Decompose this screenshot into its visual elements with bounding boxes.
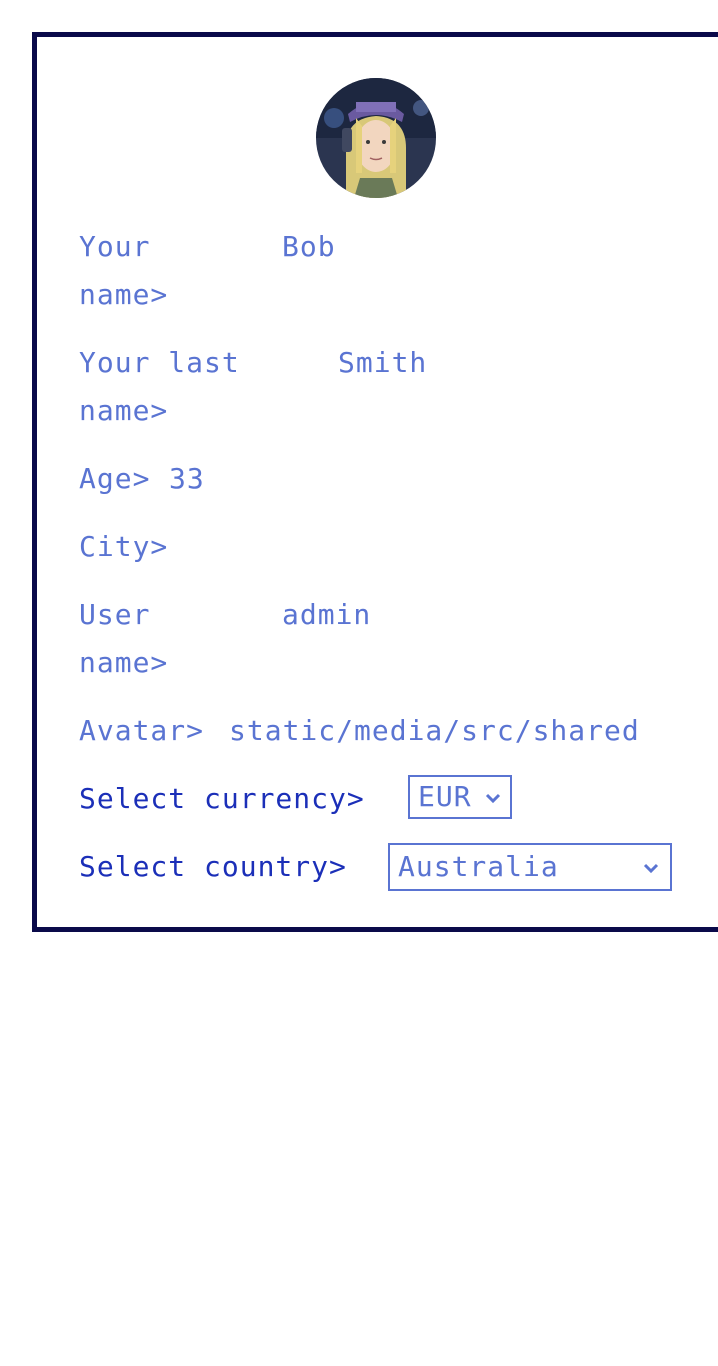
profile-card: Your name> Bob Your last name> Smith Age… (32, 32, 718, 932)
age-value: 33 (169, 462, 205, 495)
avatar-path-value: static/media/src/shared (229, 714, 640, 747)
field-avatar: Avatar> static/media/src/shared (79, 707, 671, 755)
age-label: Age> (79, 462, 151, 495)
field-city: City> (79, 523, 679, 571)
country-label: Select country> (79, 850, 347, 883)
field-first-name: Your name> Bob (79, 223, 679, 319)
currency-selected-value: EUR (418, 780, 472, 813)
field-country: Select country> Australia (79, 843, 679, 891)
country-selected-value: Australia (398, 850, 559, 883)
chevron-down-icon (485, 793, 501, 804)
avatar-image (316, 78, 436, 198)
last-name-label: Your last name> (79, 346, 240, 427)
city-label: City> (79, 530, 169, 563)
field-user-name: User name> admin (79, 591, 679, 687)
user-name-label: User name> (79, 598, 169, 679)
first-name-label: Your name> (79, 230, 169, 311)
field-currency: Select currency> EUR (79, 775, 679, 823)
last-name-value: Smith (338, 346, 428, 379)
currency-label: Select currency> (79, 782, 365, 815)
avatar (316, 78, 436, 198)
user-name-value: admin (282, 598, 372, 631)
currency-select[interactable]: EUR (408, 775, 512, 819)
field-age: Age> 33 (79, 455, 679, 503)
avatar-label: Avatar> (79, 714, 205, 747)
chevron-down-icon (643, 863, 659, 874)
first-name-value: Bob (282, 230, 336, 263)
country-select[interactable]: Australia (388, 843, 672, 891)
field-last-name: Your last name> Smith (79, 339, 679, 435)
